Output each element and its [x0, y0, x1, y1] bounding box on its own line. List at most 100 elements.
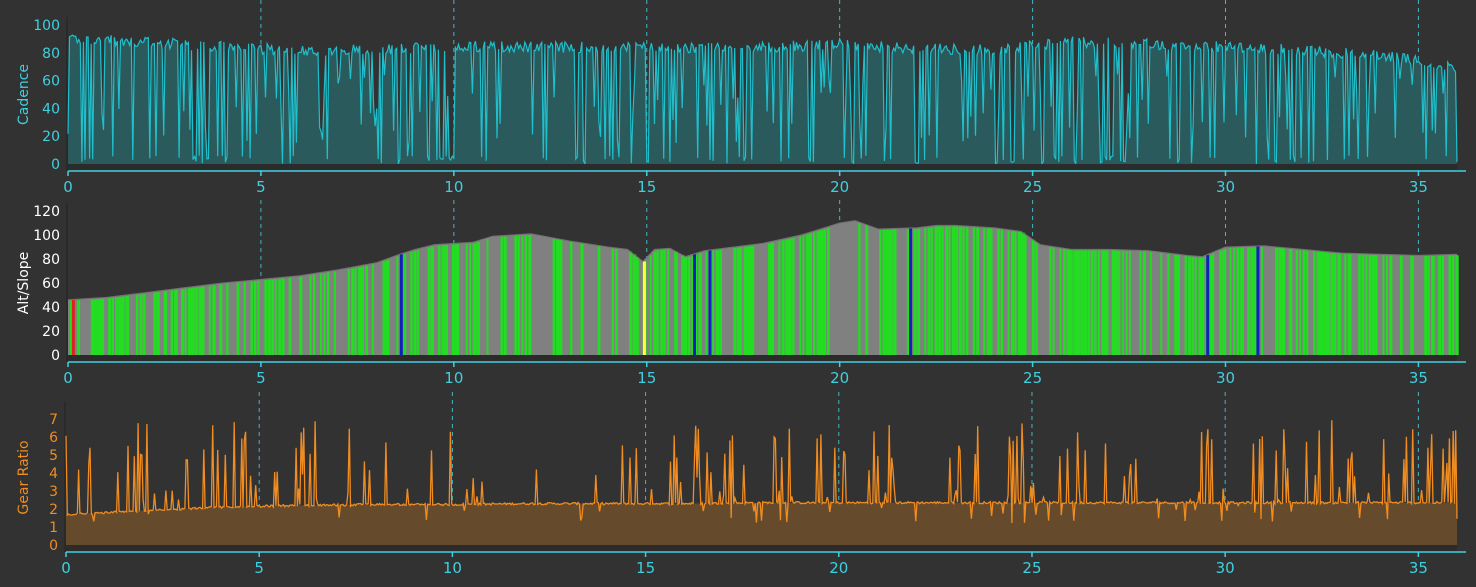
slope-stripe — [274, 279, 277, 355]
slope-stripe — [1337, 253, 1341, 355]
slope-stripe — [556, 239, 560, 355]
slope-stripe — [1281, 248, 1286, 355]
slope-stripe — [1240, 247, 1244, 355]
slope-stripe — [486, 239, 489, 355]
slope-stripe — [115, 297, 119, 355]
cadence-y-tick-label: 60 — [42, 74, 60, 90]
slope-stripe — [382, 261, 386, 355]
cadence-x-tick-label: 15 — [637, 178, 656, 196]
slope-stripe — [333, 271, 336, 355]
gear-area — [66, 502, 1457, 545]
gear-y-tick-label: 3 — [49, 484, 58, 500]
slope-stripe — [1448, 255, 1452, 355]
slope-stripe — [504, 236, 507, 355]
alt-y-axis-title: Alt/Slope — [16, 252, 32, 315]
slope-stripe — [632, 254, 637, 355]
slope-stripe — [1202, 257, 1205, 355]
slope-stripe — [1399, 255, 1403, 355]
slope-stripe — [580, 243, 584, 355]
slope-stripe — [1375, 255, 1378, 355]
slope-stripe — [1052, 247, 1055, 355]
slope-stripe — [514, 235, 518, 355]
gear-baseline-strip — [66, 545, 1457, 551]
slope-stripe — [396, 256, 399, 355]
slope-stripe — [931, 227, 933, 355]
slope-stripe — [781, 240, 785, 355]
chart-canvas: 0 5 10 15 20 25 30 35020406080100Cadence 0 5 10 15… — [16, 0, 1466, 577]
slope-stripe — [740, 247, 742, 355]
slope-stripe — [1386, 255, 1388, 355]
slope-stripe — [427, 247, 431, 355]
slope-stripe — [372, 264, 374, 355]
slope-stripe — [365, 265, 369, 355]
slope-stripe — [719, 249, 722, 355]
slope-stripe — [361, 266, 364, 355]
slope-stripe — [635, 257, 639, 355]
slope-stripe — [1104, 250, 1109, 355]
slope-stripe — [1372, 255, 1376, 355]
slope-stripe — [1274, 247, 1278, 355]
slope-stripe — [941, 226, 944, 355]
slope-stripe — [1424, 256, 1428, 355]
slope-stripe — [1007, 230, 1010, 355]
cadence-x-tick-label: 20 — [830, 178, 849, 196]
gear-x-tick-label: 10 — [443, 559, 462, 577]
alt-x-tick-label: 0 — [63, 369, 73, 387]
slope-stripe — [552, 238, 555, 355]
slope-marker — [399, 254, 403, 355]
slope-stripe — [181, 289, 184, 355]
slope-stripe — [948, 226, 951, 355]
slope-stripe — [1167, 254, 1170, 355]
slope-stripe — [445, 245, 449, 355]
slope-stripe — [198, 287, 203, 355]
slope-stripe — [955, 226, 959, 355]
slope-stripe — [1330, 253, 1334, 355]
altitude-slope-panel: 0 5 10 15 20 25 30 35 0 20 40 60 80 100 120 Alt/Slope — [16, 200, 1466, 387]
gear-y-axis-title: Gear Ratio — [16, 440, 32, 514]
slope-stripe — [194, 287, 198, 355]
slope-stripe — [271, 279, 274, 355]
slope-stripe — [1059, 248, 1062, 355]
slope-stripe — [1073, 250, 1078, 355]
slope-stripe — [188, 288, 192, 355]
alt-x-tick-label: 25 — [1023, 369, 1042, 387]
slope-stripe — [1122, 250, 1124, 355]
slope-stripe — [1222, 249, 1227, 355]
slope-stripe — [976, 227, 979, 355]
slope-stripe — [517, 235, 520, 355]
slope-stripe — [101, 298, 105, 355]
slope-stripe — [1174, 254, 1178, 355]
slope-stripe — [1149, 251, 1152, 355]
slope-stripe — [1066, 249, 1071, 355]
slope-stripe — [472, 243, 477, 355]
slope-stripe — [1031, 239, 1035, 355]
slope-stripe — [1278, 248, 1283, 355]
slope-stripe — [94, 299, 98, 355]
slope-stripe — [1118, 250, 1121, 355]
slope-stripe — [174, 290, 178, 355]
cadence-x-tick-label: 30 — [1216, 178, 1235, 196]
alt-y-tick-label: 80 — [42, 252, 60, 268]
slope-marker — [909, 228, 913, 355]
alt-y-tick-label: 40 — [42, 300, 60, 316]
slope-stripe — [163, 291, 168, 355]
slope-stripe — [76, 300, 81, 355]
gear-y-tick-label: 2 — [49, 502, 58, 518]
slope-stripe — [1410, 256, 1414, 355]
slope-stripe — [951, 226, 956, 355]
slope-stripe — [1295, 249, 1298, 355]
slope-stripe — [264, 280, 268, 355]
gear-x-tick-label: 5 — [254, 559, 264, 577]
slope-stripe — [938, 226, 941, 355]
slope-stripe — [469, 243, 471, 355]
slope-stripe — [528, 235, 532, 355]
slope-stripe — [108, 298, 111, 355]
slope-stripe — [1233, 247, 1236, 355]
slope-stripe — [455, 244, 459, 355]
slope-stripe — [1323, 252, 1328, 355]
alt-y-tick-label: 20 — [42, 324, 60, 340]
slope-stripe — [750, 245, 755, 355]
slope-stripe — [313, 274, 316, 355]
slope-stripe — [139, 294, 143, 355]
slope-stripe — [1097, 250, 1100, 355]
